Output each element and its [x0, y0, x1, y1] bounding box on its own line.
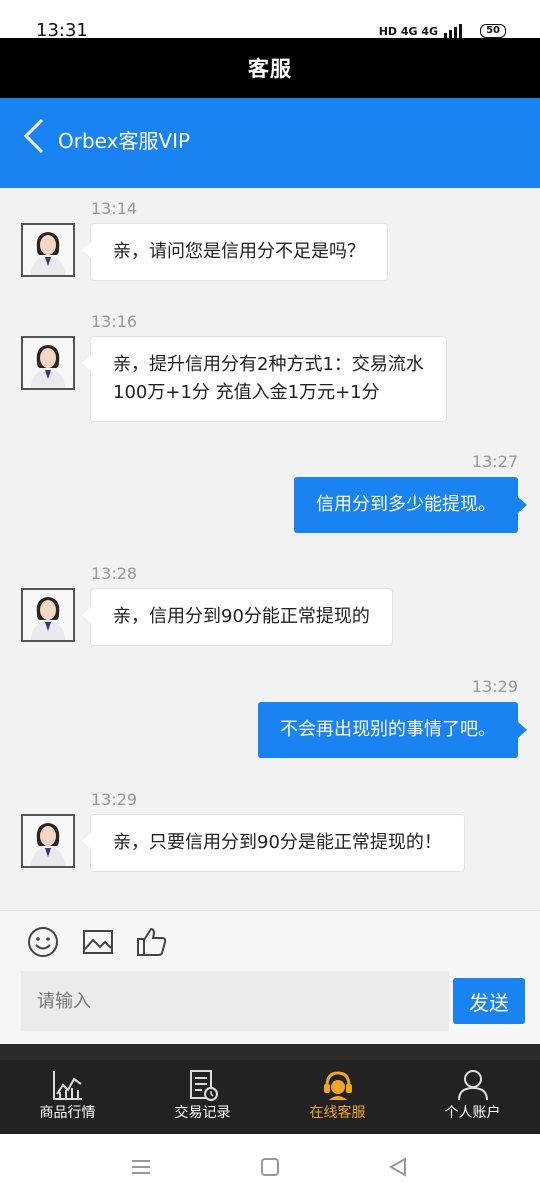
composer-panel: 发送: [0, 910, 540, 1044]
headset-icon: [323, 1071, 352, 1100]
nav-label: 交易记录: [174, 1105, 231, 1121]
bottom-nav: 商品行情 交易记录 在线客服 个人账户: [0, 1060, 540, 1134]
nav-label: 个人账户: [444, 1105, 501, 1121]
agent-message-bubble: 亲，信用分到90分能正常提现的: [82, 588, 393, 646]
message-text: 亲，信用分到90分能正常提现的: [113, 606, 370, 627]
nav-item-records[interactable]: 交易记录: [135, 1060, 270, 1134]
message-timestamp: 13:14: [91, 199, 138, 218]
back-arrow-icon[interactable]: [22, 118, 46, 154]
status-icons: HD 4G 4G 50: [379, 24, 506, 38]
signal-icon: [444, 24, 463, 38]
message-text: 亲，请问您是信用分不足是吗？: [113, 241, 365, 262]
agent-avatar[interactable]: [21, 336, 75, 390]
emoji-icon[interactable]: [26, 925, 60, 959]
back-icon[interactable]: [387, 1156, 409, 1178]
chart-icon: [52, 1071, 82, 1100]
network-indicator: HD 4G 4G: [378, 24, 439, 38]
agent-avatar[interactable]: [21, 223, 75, 277]
message-input[interactable]: [21, 971, 449, 1031]
agent-message-bubble: 亲，提升信用分有2种方式1：交易流水 100万+1分 充值入金1万元+1分: [82, 336, 447, 422]
chat-header: Orbex客服VIP: [0, 98, 540, 188]
home-icon[interactable]: [259, 1156, 281, 1178]
divider-band: [0, 1044, 540, 1060]
page-title: 客服: [248, 57, 292, 81]
user-message-bubble: 信用分到多少能提现。: [294, 477, 527, 533]
nav-label: 在线客服: [309, 1105, 366, 1121]
app-screen: 13:31 HD 4G 4G 50 客服 Orbex客服VIP 13:14 亲，…: [0, 0, 540, 1200]
agent-message-bubble: 亲，只要信用分到90分是能正常提现的！: [82, 814, 465, 872]
chat-message-list[interactable]: 13:14 亲，请问您是信用分不足是吗？ 13:16 亲，提升信用分有2种方式1…: [0, 188, 540, 910]
message-timestamp: 13:29: [91, 790, 138, 809]
agent-avatar[interactable]: [21, 814, 75, 868]
message-text-line: 100万+1分 充值入金1万元+1分: [113, 382, 380, 403]
message-text: 亲，只要信用分到90分是能正常提现的！: [113, 832, 442, 853]
system-nav-bar: [0, 1134, 540, 1200]
nav-label: 商品行情: [39, 1105, 96, 1121]
send-button[interactable]: 发送: [453, 978, 525, 1024]
message-text: 信用分到多少能提现。: [316, 494, 496, 515]
message-text-line: 亲，提升信用分有2种方式1：交易流水: [113, 354, 424, 375]
record-icon: [189, 1070, 218, 1101]
agent-name: Orbex客服VIP: [58, 129, 191, 153]
nav-item-support[interactable]: 在线客服: [270, 1060, 405, 1134]
thumbs-up-icon[interactable]: [135, 925, 169, 959]
image-icon[interactable]: [81, 925, 115, 959]
message-timestamp: 13:28: [91, 564, 138, 583]
menu-icon[interactable]: [130, 1156, 152, 1178]
status-bar: 13:31 HD 4G 4G 50: [0, 0, 540, 40]
agent-message-bubble: 亲，请问您是信用分不足是吗？: [82, 223, 388, 281]
user-icon: [457, 1070, 488, 1101]
message-timestamp: 13:29: [471, 677, 518, 696]
title-bar: 客服: [0, 38, 540, 98]
message-timestamp: 13:27: [471, 452, 518, 471]
message-text: 不会再出现别的事情了吧。: [280, 719, 496, 740]
nav-item-account[interactable]: 个人账户: [405, 1060, 540, 1134]
message-timestamp: 13:16: [91, 312, 138, 331]
battery-indicator: 50: [480, 24, 506, 38]
user-message-bubble: 不会再出现别的事情了吧。: [258, 702, 527, 758]
nav-item-market[interactable]: 商品行情: [0, 1060, 135, 1134]
agent-avatar[interactable]: [21, 588, 75, 642]
